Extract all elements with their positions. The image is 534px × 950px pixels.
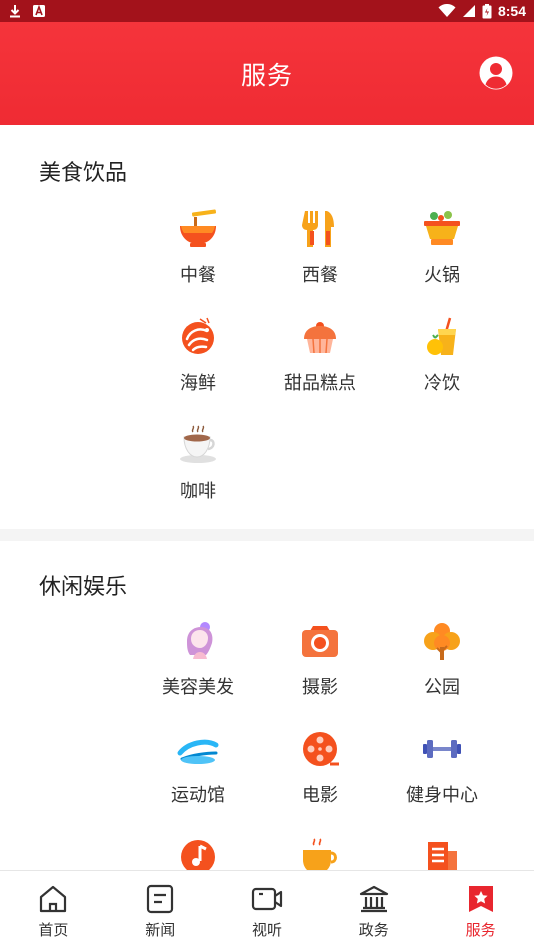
service-item-label: 健身中心 [406, 785, 478, 806]
cold-drink-icon [427, 317, 456, 355]
page-title: 服务 [240, 60, 293, 90]
music-note-icon [181, 840, 215, 870]
shrimp-icon [182, 317, 214, 354]
tab-label: 服务 [465, 921, 496, 939]
stadium-icon [177, 739, 219, 764]
service-item-reading[interactable] [382, 837, 502, 870]
cupcake-icon [304, 322, 336, 354]
service-item-label: 公园 [424, 677, 460, 698]
signal-icon [462, 5, 475, 17]
service-item-beauty[interactable]: 美容美发 [138, 621, 258, 717]
section-leisure: 休闲娱乐 美容美发 摄影 公园 运动馆 电影 健身中心 [0, 541, 534, 870]
service-item-label: 运动馆 [171, 785, 225, 806]
service-item-label: 美容美发 [162, 677, 234, 698]
news-icon [147, 884, 174, 914]
section-divider [0, 529, 534, 541]
service-item-chinese-food[interactable]: 中餐 [138, 209, 258, 305]
service-star-icon [468, 886, 493, 912]
tab-service[interactable]: 服务 [427, 871, 534, 950]
film-reel-icon [303, 732, 339, 766]
service-item-western-food[interactable]: 西餐 [260, 209, 380, 305]
tea-cup-icon [303, 838, 337, 870]
status-bar: 8:54 [0, 0, 534, 22]
service-item-label: 冷饮 [424, 373, 460, 394]
service-item-photography[interactable]: 摄影 [260, 621, 380, 717]
user-circle-icon[interactable] [478, 55, 514, 91]
section-title: 美食饮品 [39, 161, 128, 186]
dumbbell-icon [423, 740, 461, 758]
battery-icon [482, 3, 492, 18]
service-item-tea[interactable] [260, 837, 380, 870]
noodle-bowl-icon [180, 209, 217, 247]
section-title: 休闲娱乐 [39, 575, 128, 600]
app-header: 服务 [0, 22, 534, 125]
book-icon [428, 842, 457, 870]
tab-label: 视听 [251, 921, 282, 939]
service-item-label: 海鲜 [180, 373, 216, 394]
tab-home[interactable]: 首页 [0, 871, 107, 950]
tree-icon [424, 623, 460, 660]
tab-video[interactable]: 视听 [214, 871, 321, 950]
clock: 8:54 [497, 3, 526, 19]
service-item-music[interactable] [138, 837, 258, 870]
tab-label: 政务 [358, 921, 389, 939]
bottom-tab-bar: 首页 新闻 视听 政务 服务 [0, 870, 534, 950]
service-item-seafood[interactable]: 海鲜 [138, 317, 258, 413]
tab-label: 首页 [38, 921, 69, 939]
service-item-stadium[interactable]: 运动馆 [138, 729, 258, 825]
service-item-coffee[interactable]: 咖啡 [138, 425, 258, 521]
camera-icon [302, 626, 338, 657]
service-item-label: 火锅 [424, 265, 460, 286]
home-icon [40, 885, 67, 913]
service-item-label: 西餐 [302, 265, 338, 286]
download-icon [10, 5, 20, 18]
a-badge-icon [33, 4, 45, 17]
tab-label: 新闻 [145, 921, 176, 939]
fork-knife-icon [302, 211, 334, 247]
wifi-icon [438, 4, 456, 17]
tab-government[interactable]: 政务 [320, 871, 427, 950]
tab-news[interactable]: 新闻 [107, 871, 214, 950]
section-food-drink: 美食饮品 中餐 西餐 火锅 海鲜 甜品糕点 冷饮 咖啡 [0, 125, 534, 529]
service-item-cinema[interactable]: 电影 [260, 729, 380, 825]
service-item-fitness[interactable]: 健身中心 [382, 729, 502, 825]
coffee-cup-icon [180, 425, 216, 463]
hotpot-icon [424, 211, 460, 245]
service-item-dessert[interactable]: 甜品糕点 [260, 317, 380, 413]
service-item-label: 甜品糕点 [284, 373, 356, 394]
service-item-cold-drink[interactable]: 冷饮 [382, 317, 502, 413]
service-item-park[interactable]: 公园 [382, 621, 502, 717]
service-item-hotpot[interactable]: 火锅 [382, 209, 502, 305]
government-icon [359, 885, 388, 913]
video-icon [251, 887, 283, 911]
service-item-label: 摄影 [302, 677, 338, 698]
beauty-woman-icon [187, 622, 213, 659]
service-item-label: 电影 [302, 785, 338, 806]
service-item-label: 咖啡 [180, 481, 216, 502]
service-item-label: 中餐 [180, 265, 216, 286]
